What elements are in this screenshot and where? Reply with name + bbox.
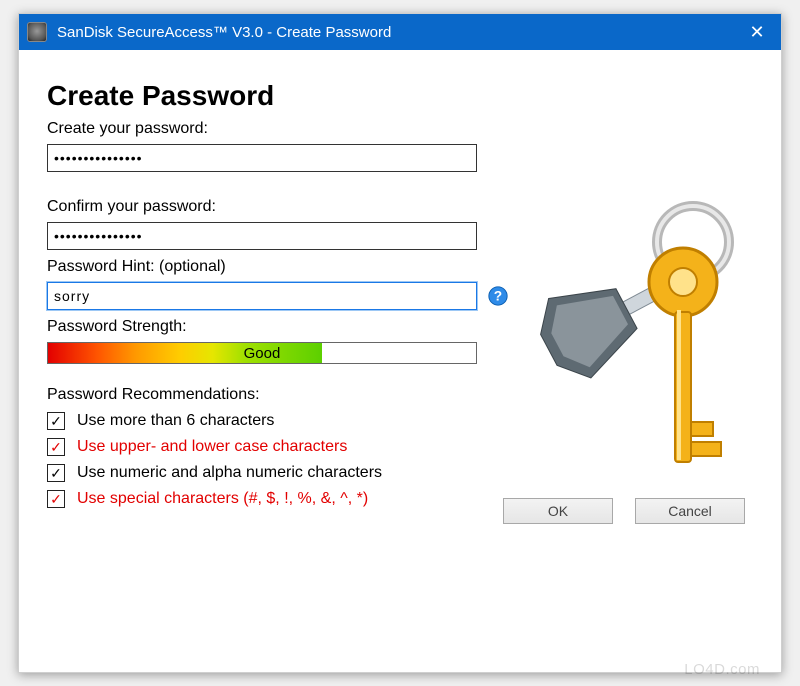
create-password-input[interactable]: •••••••••••••••	[47, 144, 477, 172]
password-hint-input[interactable]: sorry	[47, 282, 477, 310]
password-hint-value: sorry	[54, 288, 90, 304]
dialog-buttons: OK Cancel	[503, 498, 745, 524]
recommendation-checkbox[interactable]: ✓	[47, 438, 65, 456]
recommendation-checkbox[interactable]: ✓	[47, 490, 65, 508]
app-icon	[27, 22, 47, 42]
recommendation-text: Use special characters (#, $, !, %, &, ^…	[77, 490, 368, 508]
create-password-label: Create your password:	[47, 120, 753, 138]
recommendation-text: Use more than 6 characters	[77, 412, 274, 430]
dialog-window: SanDisk SecureAccess™ V3.0 - Create Pass…	[18, 13, 782, 673]
recommendation-text: Use numeric and alpha numeric characters	[77, 464, 382, 482]
svg-text:?: ?	[494, 289, 502, 304]
recommendation-text: Use upper- and lower case characters	[77, 438, 347, 456]
keys-illustration	[513, 182, 763, 462]
recommendation-checkbox[interactable]: ✓	[47, 464, 65, 482]
titlebar: SanDisk SecureAccess™ V3.0 - Create Pass…	[19, 14, 781, 50]
dialog-content: Create Password Create your password: ••…	[19, 50, 781, 532]
page-title: Create Password	[47, 80, 753, 112]
recommendation-checkbox[interactable]: ✓	[47, 412, 65, 430]
password-strength-text: Good	[48, 343, 476, 363]
confirm-password-input[interactable]: •••••••••••••••	[47, 222, 477, 250]
create-password-value: •••••••••••••••	[54, 150, 143, 166]
cancel-button-label: Cancel	[668, 503, 712, 519]
cancel-button[interactable]: Cancel	[635, 498, 745, 524]
ok-button-label: OK	[548, 503, 568, 519]
password-strength-meter: Good	[47, 342, 477, 364]
confirm-password-value: •••••••••••••••	[54, 228, 143, 244]
close-button[interactable]: ✕	[733, 14, 781, 50]
close-icon: ✕	[749, 22, 764, 43]
window-title: SanDisk SecureAccess™ V3.0 - Create Pass…	[57, 24, 733, 41]
ok-button[interactable]: OK	[503, 498, 613, 524]
help-icon[interactable]: ?	[487, 285, 509, 307]
